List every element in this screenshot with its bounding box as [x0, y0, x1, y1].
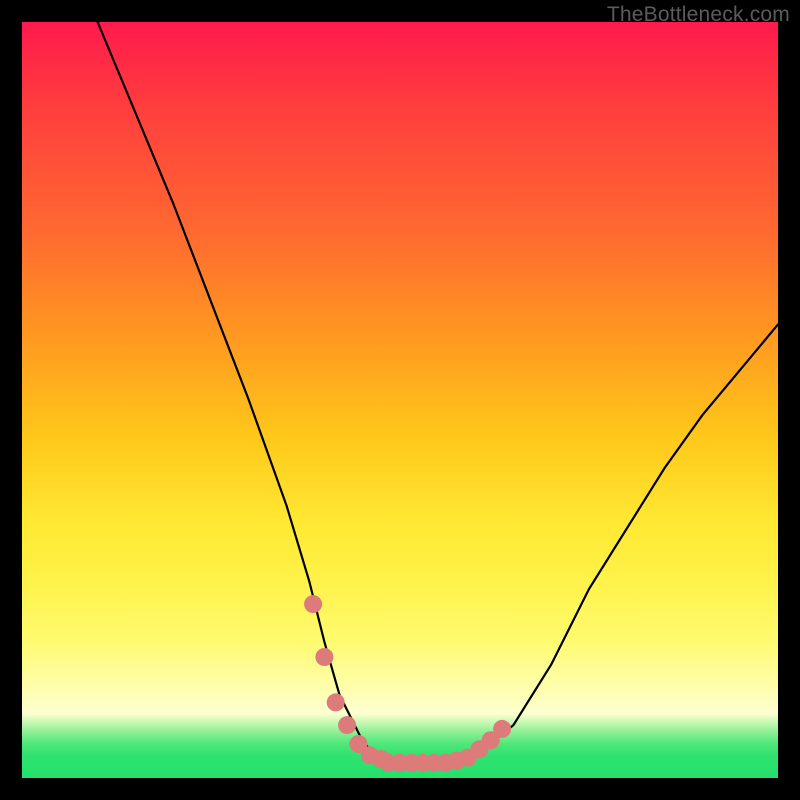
curve-series: [98, 22, 778, 763]
chart-svg: [22, 22, 778, 778]
chart-frame: TheBottleneck.com: [0, 0, 800, 800]
marker-dot: [304, 595, 322, 613]
marker-dot: [493, 720, 511, 738]
marker-dot: [338, 716, 356, 734]
marker-dot: [327, 693, 345, 711]
watermark-text: TheBottleneck.com: [607, 3, 790, 27]
chart-plot-area: [22, 22, 778, 778]
marker-dot: [315, 648, 333, 666]
